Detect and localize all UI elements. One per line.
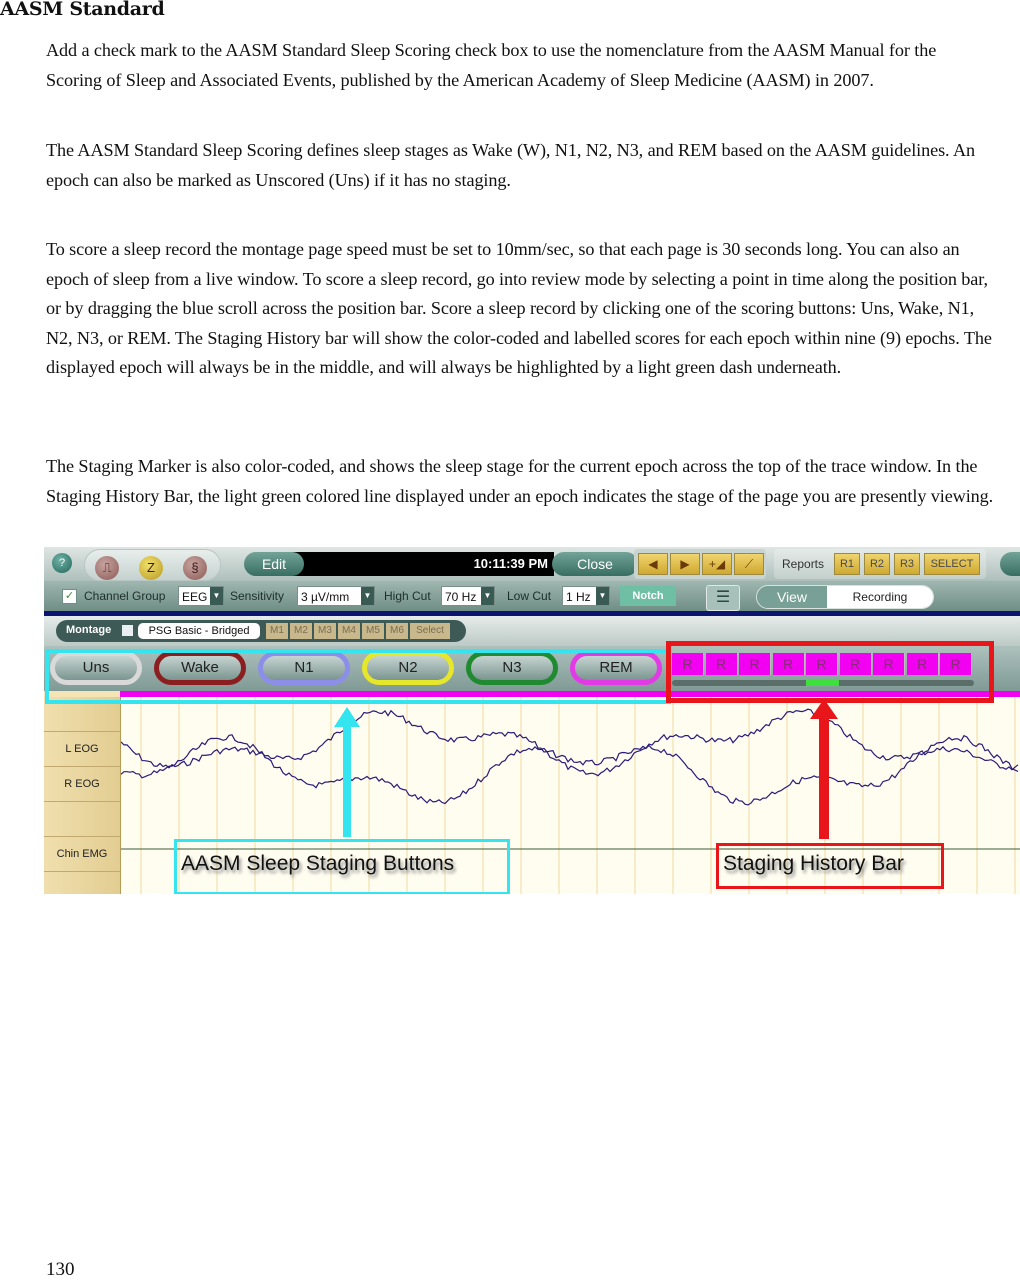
section-heading: AASM Standard xyxy=(0,0,165,20)
paragraph-aasm-checkbox: Add a check mark to the AASM Standard Sl… xyxy=(46,40,937,90)
paragraph-sleep-stages: The AASM Standard Sleep Scoring defines … xyxy=(46,140,975,190)
paragraph-scoring-procedure: To score a sleep record the montage page… xyxy=(46,239,992,377)
arrow-up-icon xyxy=(334,707,360,837)
staging-buttons-callout-label: AASM Sleep Staging Buttons xyxy=(181,852,455,875)
embedded-screenshot: ? ⎍ Z § 10:11:39 PM Edit Close ◀ ▶ +◢ ⟋ … xyxy=(44,547,1020,894)
page-number: 130 xyxy=(46,1259,75,1280)
staging-history-callout-label: Staging History Bar xyxy=(723,852,904,875)
staging-buttons-callout: AASM Sleep Staging Buttons xyxy=(174,839,510,894)
paragraph-staging-marker: The Staging Marker is also color-coded, … xyxy=(46,456,994,506)
staging-history-callout: Staging History Bar xyxy=(716,843,944,889)
arrow-up-icon xyxy=(810,699,838,839)
